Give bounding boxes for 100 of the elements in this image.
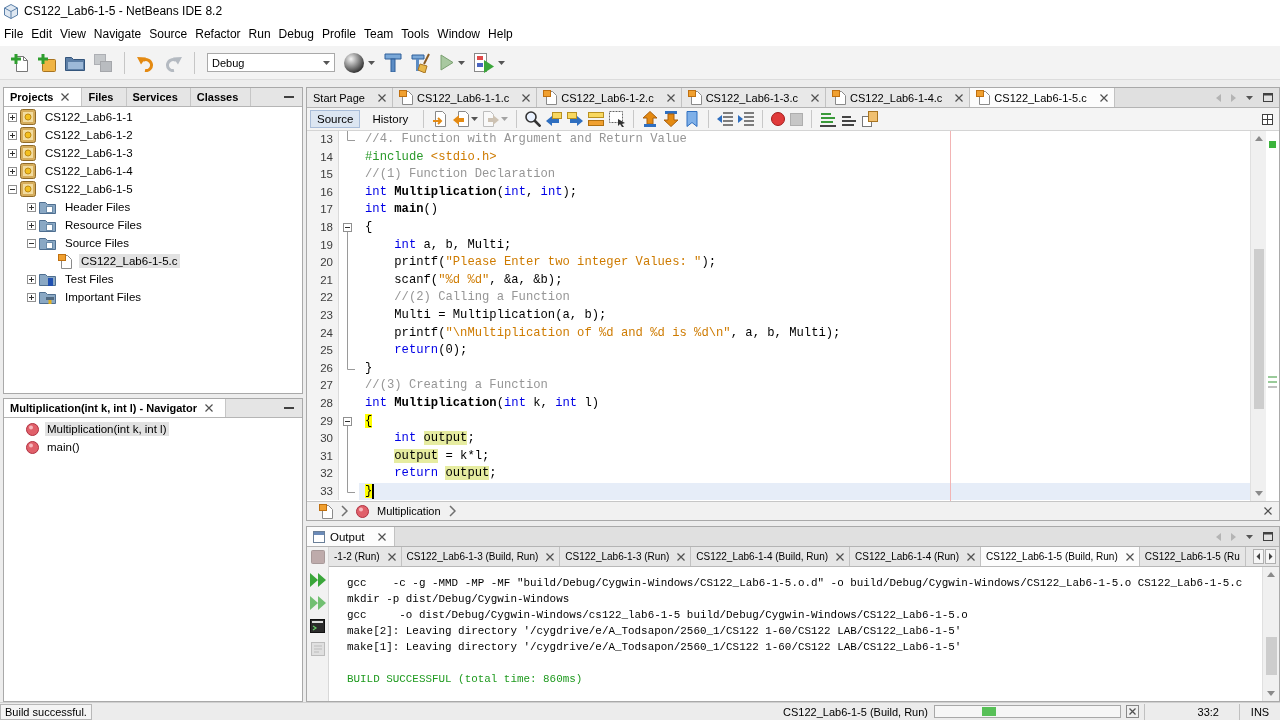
tree-item[interactable]: CS122_Lab6-1-1 xyxy=(43,110,135,124)
left-arrow-icon[interactable] xyxy=(546,112,563,126)
menu-item[interactable]: Help xyxy=(484,27,517,41)
close-icon[interactable] xyxy=(836,552,845,561)
caret-icon[interactable] xyxy=(458,60,465,65)
close-icon[interactable] xyxy=(378,93,386,102)
tree-item[interactable]: Important Files xyxy=(63,290,144,304)
close-icon[interactable] xyxy=(666,93,675,102)
menu-item[interactable]: Refactor xyxy=(191,27,245,41)
tree-item[interactable]: CS122_Lab6-1-2 xyxy=(43,128,135,142)
console-tab[interactable]: CS122_Lab6-1-3 (Build, Run) xyxy=(401,547,561,566)
scroll-left-icon[interactable] xyxy=(1253,549,1264,564)
expand-icon[interactable] xyxy=(26,292,36,302)
console-tab[interactable]: CS122_Lab6-1-5 (Ru xyxy=(1139,547,1246,566)
panel-tab[interactable]: Files xyxy=(82,88,127,106)
outdent-icon[interactable] xyxy=(717,112,734,126)
bookmark-icon[interactable] xyxy=(684,111,701,127)
record-icon[interactable] xyxy=(771,112,786,126)
panel-tab[interactable]: Multiplication(int k, int l) - Navigator xyxy=(4,399,226,417)
menu-item[interactable]: Run xyxy=(244,27,275,41)
close-icon[interactable] xyxy=(205,404,213,412)
console-tab[interactable]: CS122_Lab6-1-4 (Run) xyxy=(850,547,981,566)
close-icon[interactable] xyxy=(377,532,386,541)
grid-icon[interactable] xyxy=(1262,113,1273,125)
maximize-icon[interactable] xyxy=(1263,532,1273,541)
hammer-broom-icon[interactable] xyxy=(411,52,431,73)
terminal-icon[interactable] xyxy=(310,619,325,633)
stacked-pages-icon[interactable] xyxy=(862,111,879,127)
panel-tab[interactable]: Projects xyxy=(4,88,83,106)
menu-item[interactable]: File xyxy=(0,27,28,41)
bookmark-down-icon[interactable] xyxy=(663,111,680,127)
close-icon[interactable] xyxy=(967,552,975,561)
new-file-icon[interactable] xyxy=(11,53,29,72)
search-icon[interactable] xyxy=(525,111,542,127)
view-tab[interactable]: Source xyxy=(310,110,361,128)
comment-icon[interactable] xyxy=(820,111,837,127)
console-tab[interactable]: -1-2 (Run) xyxy=(329,547,402,566)
highlighter-icon[interactable] xyxy=(588,112,605,126)
tree-item[interactable]: Resource Files xyxy=(63,218,144,232)
console-tab[interactable]: CS122_Lab6-1-5 (Build, Run) xyxy=(981,547,1140,566)
scroll-up-icon[interactable] xyxy=(1254,136,1263,141)
menu-item[interactable]: Tools xyxy=(397,27,434,41)
sphere-icon[interactable] xyxy=(344,52,364,73)
scroll-thumb[interactable] xyxy=(1265,637,1277,675)
configuration-dropdown[interactable]: Debug xyxy=(207,53,335,72)
view-tab[interactable]: History xyxy=(365,110,416,128)
panel-tab[interactable]: Classes xyxy=(190,88,252,106)
editor-tab[interactable]: CS122_Lab6-1-2.c xyxy=(537,88,682,107)
tree-item[interactable]: CS122_Lab6-1-5.c xyxy=(79,254,180,268)
close-icon[interactable] xyxy=(61,93,70,101)
expand-icon[interactable] xyxy=(7,112,17,122)
menu-item[interactable]: Debug xyxy=(274,27,318,41)
scroll-down-icon[interactable] xyxy=(1254,491,1263,496)
collapse-icon[interactable] xyxy=(343,416,352,426)
caret-icon[interactable] xyxy=(1246,95,1253,100)
panel-tab[interactable]: Output xyxy=(307,527,395,546)
close-icon[interactable] xyxy=(955,93,964,102)
hammer-icon[interactable] xyxy=(384,53,402,72)
editor-tab[interactable]: CS122_Lab6-1-3.c xyxy=(681,88,826,107)
new-project-icon[interactable] xyxy=(38,53,56,72)
close-icon[interactable] xyxy=(546,552,555,561)
double-play-icon[interactable] xyxy=(309,573,326,587)
cancel-icon[interactable] xyxy=(1126,705,1139,718)
panel-tab[interactable]: Services xyxy=(126,88,191,106)
expand-icon[interactable] xyxy=(7,148,17,158)
collapse-icon[interactable] xyxy=(7,184,17,194)
caret-icon[interactable] xyxy=(471,117,479,121)
editor-tab[interactable]: CS122_Lab6-1-5.c xyxy=(970,88,1115,107)
close-icon[interactable] xyxy=(811,93,819,102)
maximize-icon[interactable] xyxy=(1263,93,1273,102)
right-arrow-icon[interactable] xyxy=(567,112,584,126)
editor-tab[interactable]: Start Page xyxy=(307,88,393,107)
tree-item[interactable]: CS122_Lab6-1-4 xyxy=(43,164,135,178)
close-icon[interactable] xyxy=(1099,93,1108,102)
tree-item[interactable]: CS122_Lab6-1-5 xyxy=(43,182,135,196)
close-icon[interactable] xyxy=(677,552,686,561)
selection-icon[interactable] xyxy=(609,111,626,127)
tree-item[interactable]: Test Files xyxy=(63,272,116,286)
folder-icon[interactable] xyxy=(65,54,85,71)
menu-item[interactable]: Team xyxy=(360,27,398,41)
back-icon[interactable] xyxy=(453,111,470,127)
menu-item[interactable]: Navigate xyxy=(89,27,146,41)
tree-item[interactable]: Source Files xyxy=(63,236,131,250)
bookmark-up-icon[interactable] xyxy=(642,111,659,127)
page-arrow-icon[interactable] xyxy=(432,111,449,127)
scroll-up-icon[interactable] xyxy=(1267,572,1275,577)
editor-tab[interactable]: CS122_Lab6-1-1.c xyxy=(393,88,538,107)
caret-icon[interactable] xyxy=(498,60,505,65)
navigator-item[interactable]: main() xyxy=(45,440,82,454)
close-icon[interactable] xyxy=(387,552,396,561)
collapse-icon[interactable] xyxy=(26,238,36,248)
vertical-scrollbar[interactable] xyxy=(1262,567,1279,701)
expand-icon[interactable] xyxy=(7,130,17,140)
menu-item[interactable]: Edit xyxy=(27,27,57,41)
caret-icon[interactable] xyxy=(368,60,375,65)
breadcrumb-item[interactable]: Multiplication xyxy=(377,505,441,517)
scroll-down-icon[interactable] xyxy=(1267,691,1275,696)
console-tab[interactable]: CS122_Lab6-1-3 (Run) xyxy=(560,547,692,566)
editor-tab[interactable]: CS122_Lab6-1-4.c xyxy=(826,88,971,107)
console-tab[interactable]: CS122_Lab6-1-4 (Build, Run) xyxy=(691,547,851,566)
